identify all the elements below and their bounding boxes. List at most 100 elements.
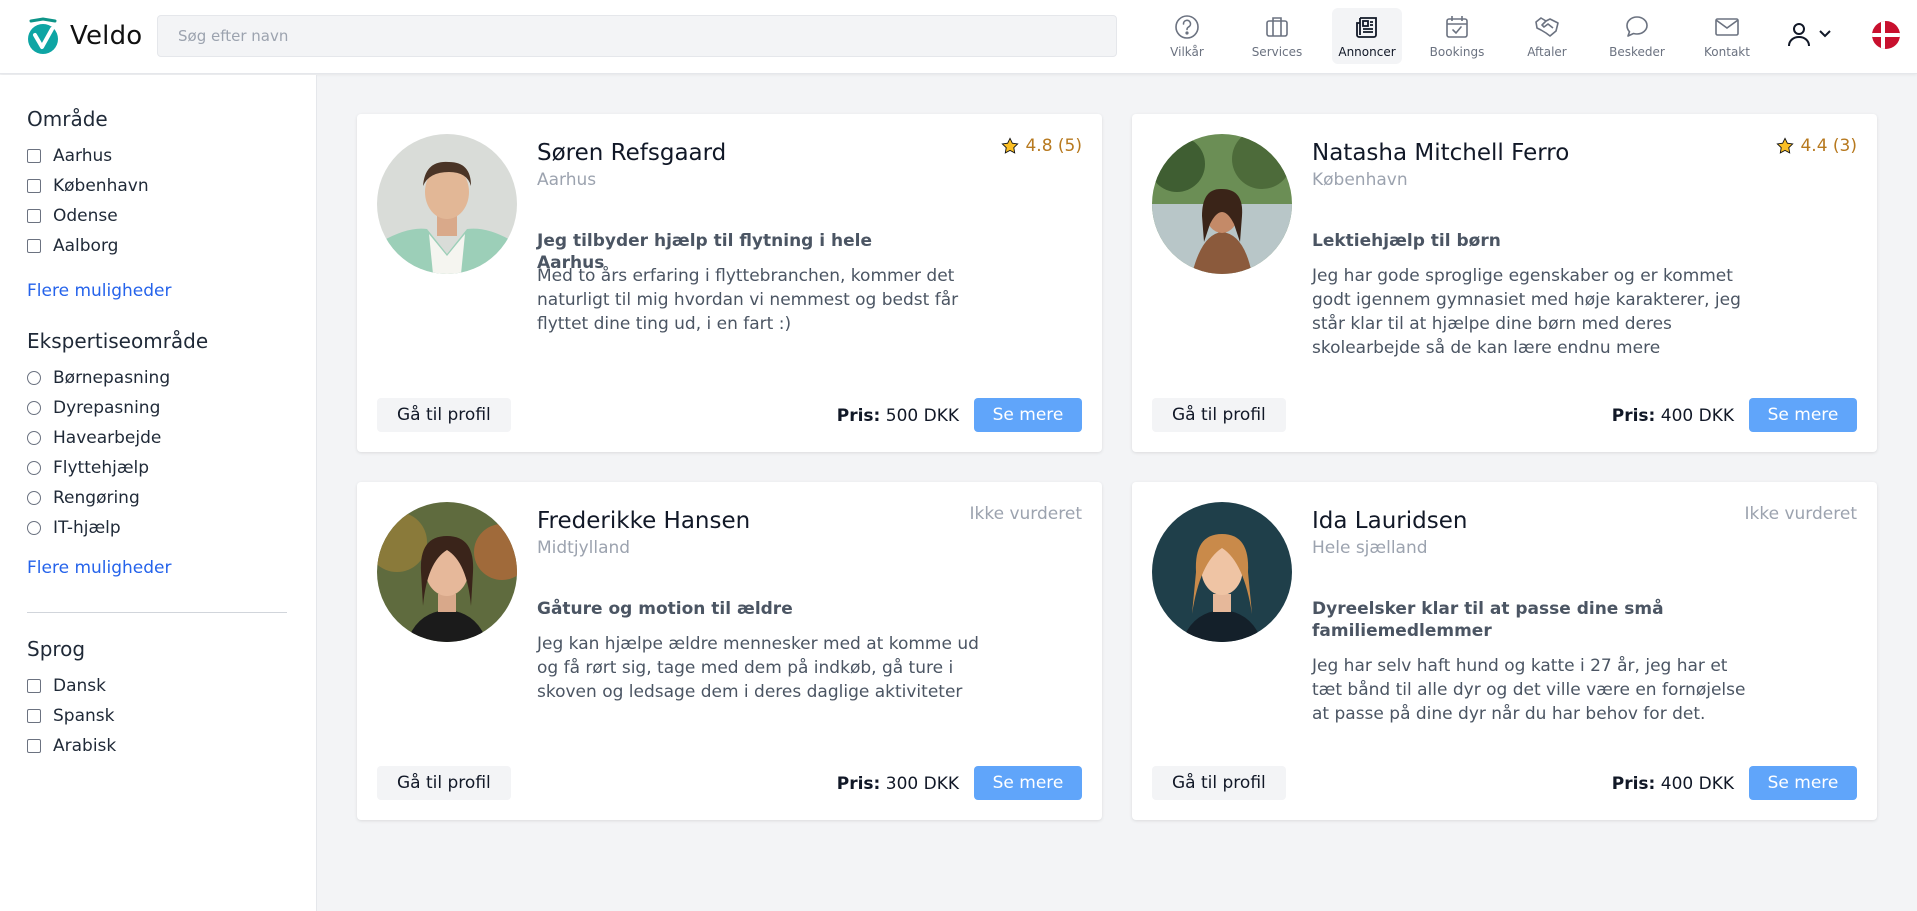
newspaper-icon bbox=[1356, 17, 1377, 38]
star-icon bbox=[1001, 137, 1020, 154]
rating-status: Ikke vurderet bbox=[1744, 504, 1857, 524]
checkbox[interactable] bbox=[27, 679, 41, 693]
avatar[interactable] bbox=[377, 502, 517, 642]
listing-location: Hele sjælland bbox=[1312, 538, 1428, 558]
search-input[interactable] bbox=[157, 15, 1117, 57]
listing-name[interactable]: Natasha Mitchell Ferro bbox=[1312, 140, 1569, 166]
listing-name[interactable]: Ida Lauridsen bbox=[1312, 508, 1467, 534]
listing-price: Pris: 400 DKK bbox=[1611, 774, 1734, 794]
listing-title: Lektiehjælp til børn bbox=[1312, 231, 1501, 251]
avatar[interactable] bbox=[1152, 134, 1292, 274]
filter-title-language: Sprog bbox=[27, 637, 86, 661]
go-to-profile-button[interactable]: Gå til profil bbox=[1152, 766, 1286, 800]
avatar[interactable] bbox=[1152, 502, 1292, 642]
nav-services[interactable]: Services bbox=[1242, 8, 1312, 64]
nav-vilkar[interactable]: Vilkår bbox=[1152, 8, 1222, 64]
user-menu[interactable] bbox=[1786, 20, 1832, 48]
avatar[interactable] bbox=[377, 134, 517, 274]
rating-value: 4.4 (3) bbox=[1800, 136, 1857, 156]
profile-photo bbox=[377, 134, 517, 274]
nav-annoncer[interactable]: Annoncer bbox=[1332, 8, 1402, 64]
listing-location: Midtjylland bbox=[537, 538, 631, 558]
listing-price: Pris: 500 DKK bbox=[836, 406, 959, 426]
filter-option-aalborg[interactable]: Aalborg bbox=[27, 236, 118, 256]
app-name: Veldo bbox=[70, 21, 143, 51]
radio[interactable] bbox=[27, 491, 41, 505]
radio[interactable] bbox=[27, 401, 41, 415]
filter-option-rengoring[interactable]: Rengøring bbox=[27, 488, 140, 508]
filter-title-expertise: Ekspertiseområde bbox=[27, 329, 209, 353]
more-options-expertise-link[interactable]: Flere muligheder bbox=[27, 558, 171, 578]
filter-option-kobenhavn[interactable]: København bbox=[27, 176, 149, 196]
filter-option-flyttehjaelp[interactable]: Flyttehjælp bbox=[27, 458, 149, 478]
listing-description: Med to års erfaring i flyttebranchen, ko… bbox=[537, 266, 959, 334]
listing-description: Jeg har gode sproglige egenskaber og er … bbox=[1312, 266, 1741, 358]
see-more-button[interactable]: Se mere bbox=[1749, 398, 1857, 432]
see-more-button[interactable]: Se mere bbox=[974, 766, 1082, 800]
nav-label: Annoncer bbox=[1338, 45, 1396, 59]
see-more-button[interactable]: Se mere bbox=[1749, 766, 1857, 800]
filter-option-odense[interactable]: Odense bbox=[27, 206, 118, 226]
profile-photo bbox=[1152, 134, 1292, 274]
go-to-profile-button[interactable]: Gå til profil bbox=[1152, 398, 1286, 432]
radio[interactable] bbox=[27, 461, 41, 475]
handshake-icon bbox=[1535, 17, 1559, 37]
profile-photo bbox=[377, 502, 517, 642]
rating-status: Ikke vurderet bbox=[969, 504, 1082, 524]
go-to-profile-button[interactable]: Gå til profil bbox=[377, 398, 511, 432]
radio[interactable] bbox=[27, 371, 41, 385]
nav-label: Beskeder bbox=[1609, 45, 1665, 59]
danish-flag-icon[interactable] bbox=[1872, 21, 1900, 49]
question-circle-icon bbox=[1175, 15, 1199, 39]
nav-beskeder[interactable]: Beskeder bbox=[1602, 8, 1672, 64]
filter-option-dyrepasning[interactable]: Dyrepasning bbox=[27, 398, 160, 418]
logo[interactable]: Veldo bbox=[26, 16, 142, 56]
checkbox[interactable] bbox=[27, 709, 41, 723]
radio[interactable] bbox=[27, 431, 41, 445]
rating: 4.4 (3) bbox=[1776, 136, 1857, 156]
listing-name[interactable]: Søren Refsgaard bbox=[537, 140, 726, 166]
checkbox[interactable] bbox=[27, 239, 41, 253]
radio[interactable] bbox=[27, 521, 41, 535]
listing-price: Pris: 400 DKK bbox=[1611, 406, 1734, 426]
filter-option-aarhus[interactable]: Aarhus bbox=[27, 146, 112, 166]
filter-option-arabisk[interactable]: Arabisk bbox=[27, 736, 116, 756]
listing-description: Jeg har selv haft hund og katte i 27 år,… bbox=[1312, 656, 1746, 724]
listing-card: Natasha Mitchell Ferro København 4.4 (3)… bbox=[1132, 114, 1877, 452]
filter-sidebar: Område Aarhus København Odense Aalborg F… bbox=[0, 75, 317, 911]
filter-option-dansk[interactable]: Dansk bbox=[27, 676, 106, 696]
checkbox[interactable] bbox=[27, 739, 41, 753]
rating-value: 4.8 (5) bbox=[1025, 136, 1082, 156]
listing-description: Jeg kan hjælpe ældre mennesker med at ko… bbox=[537, 634, 979, 702]
see-more-button[interactable]: Se mere bbox=[974, 398, 1082, 432]
filter-option-it-hjaelp[interactable]: IT-hjælp bbox=[27, 518, 121, 538]
listing-location: Aarhus bbox=[537, 170, 597, 190]
nav-label: Services bbox=[1251, 45, 1303, 59]
nav-label: Vilkår bbox=[1170, 45, 1204, 59]
veldo-logo-icon bbox=[28, 17, 58, 54]
filter-option-havearbejde[interactable]: Havearbejde bbox=[27, 428, 161, 448]
nav-label: Aftaler bbox=[1527, 45, 1567, 59]
chat-bubble-icon bbox=[1626, 16, 1648, 37]
listing-name[interactable]: Frederikke Hansen bbox=[537, 508, 750, 534]
nav-aftaler[interactable]: Aftaler bbox=[1512, 8, 1582, 64]
listing-title: Dyreelsker klar til at passe dine små fa… bbox=[1312, 599, 1664, 641]
nav-bookings[interactable]: Bookings bbox=[1422, 8, 1492, 64]
checkbox[interactable] bbox=[27, 149, 41, 163]
top-bar: Veldo Vilkår Services Annoncer bbox=[0, 0, 1917, 74]
listing-card: Ida Lauridsen Hele sjælland Ikke vurdere… bbox=[1132, 482, 1877, 820]
go-to-profile-button[interactable]: Gå til profil bbox=[377, 766, 511, 800]
checkbox[interactable] bbox=[27, 209, 41, 223]
checkbox[interactable] bbox=[27, 179, 41, 193]
listing-title: Gåture og motion til ældre bbox=[537, 599, 793, 619]
nav-label: Bookings bbox=[1429, 45, 1485, 59]
chevron-down-icon bbox=[1819, 30, 1831, 38]
more-options-area-link[interactable]: Flere muligheder bbox=[27, 281, 171, 301]
rating: 4.8 (5) bbox=[1001, 136, 1082, 156]
filter-option-bornepasning[interactable]: Børnepasning bbox=[27, 368, 170, 388]
user-icon bbox=[1788, 23, 1810, 47]
calendar-icon bbox=[1446, 16, 1468, 38]
filter-option-spansk[interactable]: Spansk bbox=[27, 706, 114, 726]
nav-kontakt[interactable]: Kontakt bbox=[1692, 8, 1762, 64]
listing-card: Søren Refsgaard Aarhus 4.8 (5) Jeg tilby… bbox=[357, 114, 1102, 452]
